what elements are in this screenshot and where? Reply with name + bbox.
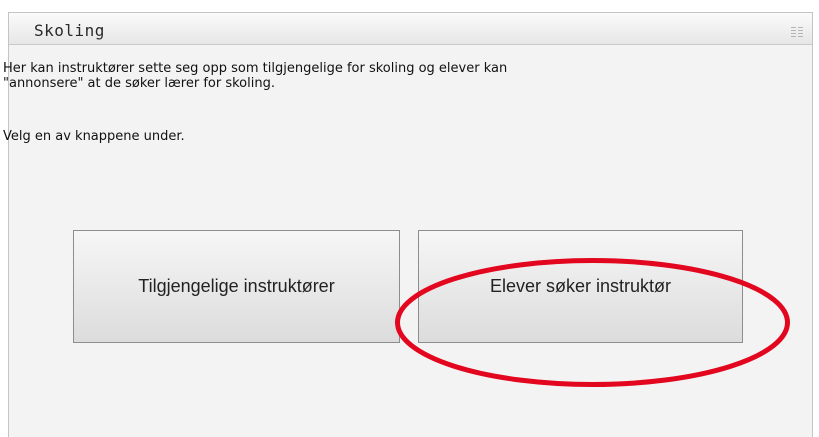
panel-header: Skoling xyxy=(9,13,812,45)
students-seeking-instructor-button[interactable]: Elever søker instruktør xyxy=(418,230,743,343)
students-seeking-instructor-label: Elever søker instruktør xyxy=(489,276,672,296)
available-instructors-button[interactable]: Tilgjengelige instruktører xyxy=(73,230,400,343)
panel-title: Skoling xyxy=(34,21,105,40)
grip-icon[interactable] xyxy=(791,23,803,37)
available-instructors-label: Tilgjengelige instruktører xyxy=(138,276,335,296)
instruction-text: Velg en av knappene under. xyxy=(3,129,185,144)
intro-text: Her kan instruktører sette seg opp som t… xyxy=(3,61,508,91)
top-strip xyxy=(0,0,819,12)
